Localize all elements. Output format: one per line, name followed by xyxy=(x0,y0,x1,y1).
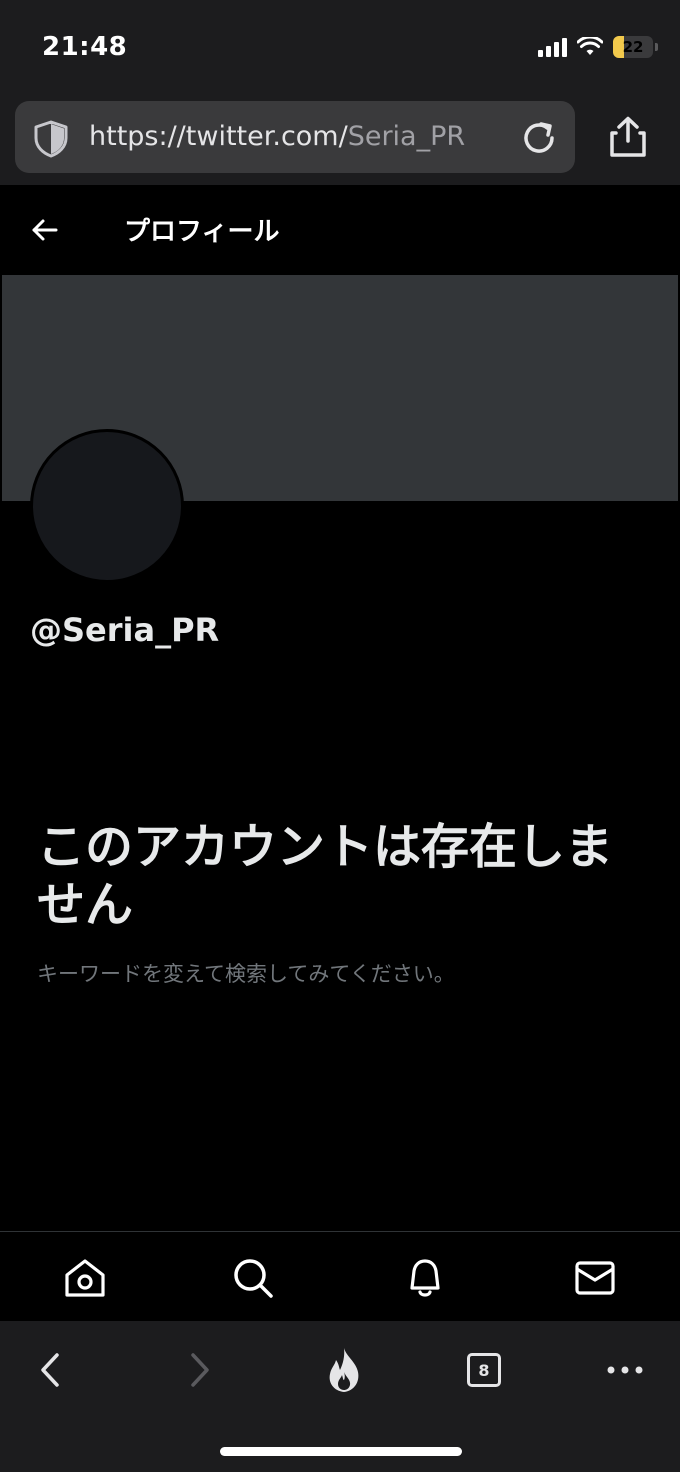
shield-icon[interactable] xyxy=(31,119,71,159)
status-bar: 21:48 22 xyxy=(0,0,680,95)
back-arrow-icon[interactable] xyxy=(30,215,60,245)
profile-handle: @Seria_PR xyxy=(30,611,220,649)
fire-button[interactable] xyxy=(319,1347,369,1393)
share-icon[interactable] xyxy=(606,115,650,159)
empty-state-title: このアカウントは存在しません xyxy=(37,819,614,933)
tabs-icon: 8 xyxy=(467,1353,501,1387)
tab-messages[interactable] xyxy=(573,1256,617,1300)
search-icon xyxy=(234,1259,273,1298)
notifications-icon xyxy=(410,1259,440,1297)
url-path: Seria_PR xyxy=(347,121,466,152)
home-indicator xyxy=(220,1447,462,1456)
browser-bottom-bar: 8 xyxy=(0,1321,680,1472)
profile-header: プロフィール xyxy=(0,185,680,275)
browser-toolbar: https://twitter.com/Seria_PR xyxy=(0,95,680,185)
battery-icon: 22 xyxy=(613,36,653,58)
home-icon xyxy=(65,1259,105,1297)
signal-icon xyxy=(538,37,567,57)
messages-icon xyxy=(575,1261,615,1295)
wifi-icon xyxy=(577,37,603,55)
forward-icon xyxy=(191,1353,209,1387)
tab-home[interactable] xyxy=(63,1256,107,1300)
fire-icon xyxy=(329,1348,359,1392)
browser-forward-button[interactable] xyxy=(175,1347,225,1393)
browser-back-button[interactable] xyxy=(25,1347,75,1393)
more-icon xyxy=(607,1366,643,1374)
tab-search[interactable] xyxy=(231,1256,275,1300)
back-icon xyxy=(41,1353,59,1387)
battery-level: 22 xyxy=(622,38,644,56)
page-title: プロフィール xyxy=(124,217,280,247)
reload-icon[interactable] xyxy=(519,118,559,158)
status-icons: 22 xyxy=(538,36,658,58)
url-bar[interactable]: https://twitter.com/Seria_PR xyxy=(15,101,575,173)
status-time: 21:48 xyxy=(42,32,128,62)
tabs-count: 8 xyxy=(478,1360,490,1380)
url-host: https://twitter.com/ xyxy=(89,121,348,152)
empty-state-subtitle: キーワードを変えて検索してみてください。 xyxy=(37,962,455,986)
bottom-tab-bar xyxy=(0,1231,680,1321)
url-text[interactable]: https://twitter.com/Seria_PR xyxy=(89,121,465,152)
tab-notifications[interactable] xyxy=(403,1256,447,1300)
battery-cap xyxy=(655,43,658,51)
more-button[interactable] xyxy=(600,1347,650,1393)
avatar xyxy=(30,429,184,583)
tabs-button[interactable]: 8 xyxy=(459,1347,509,1393)
